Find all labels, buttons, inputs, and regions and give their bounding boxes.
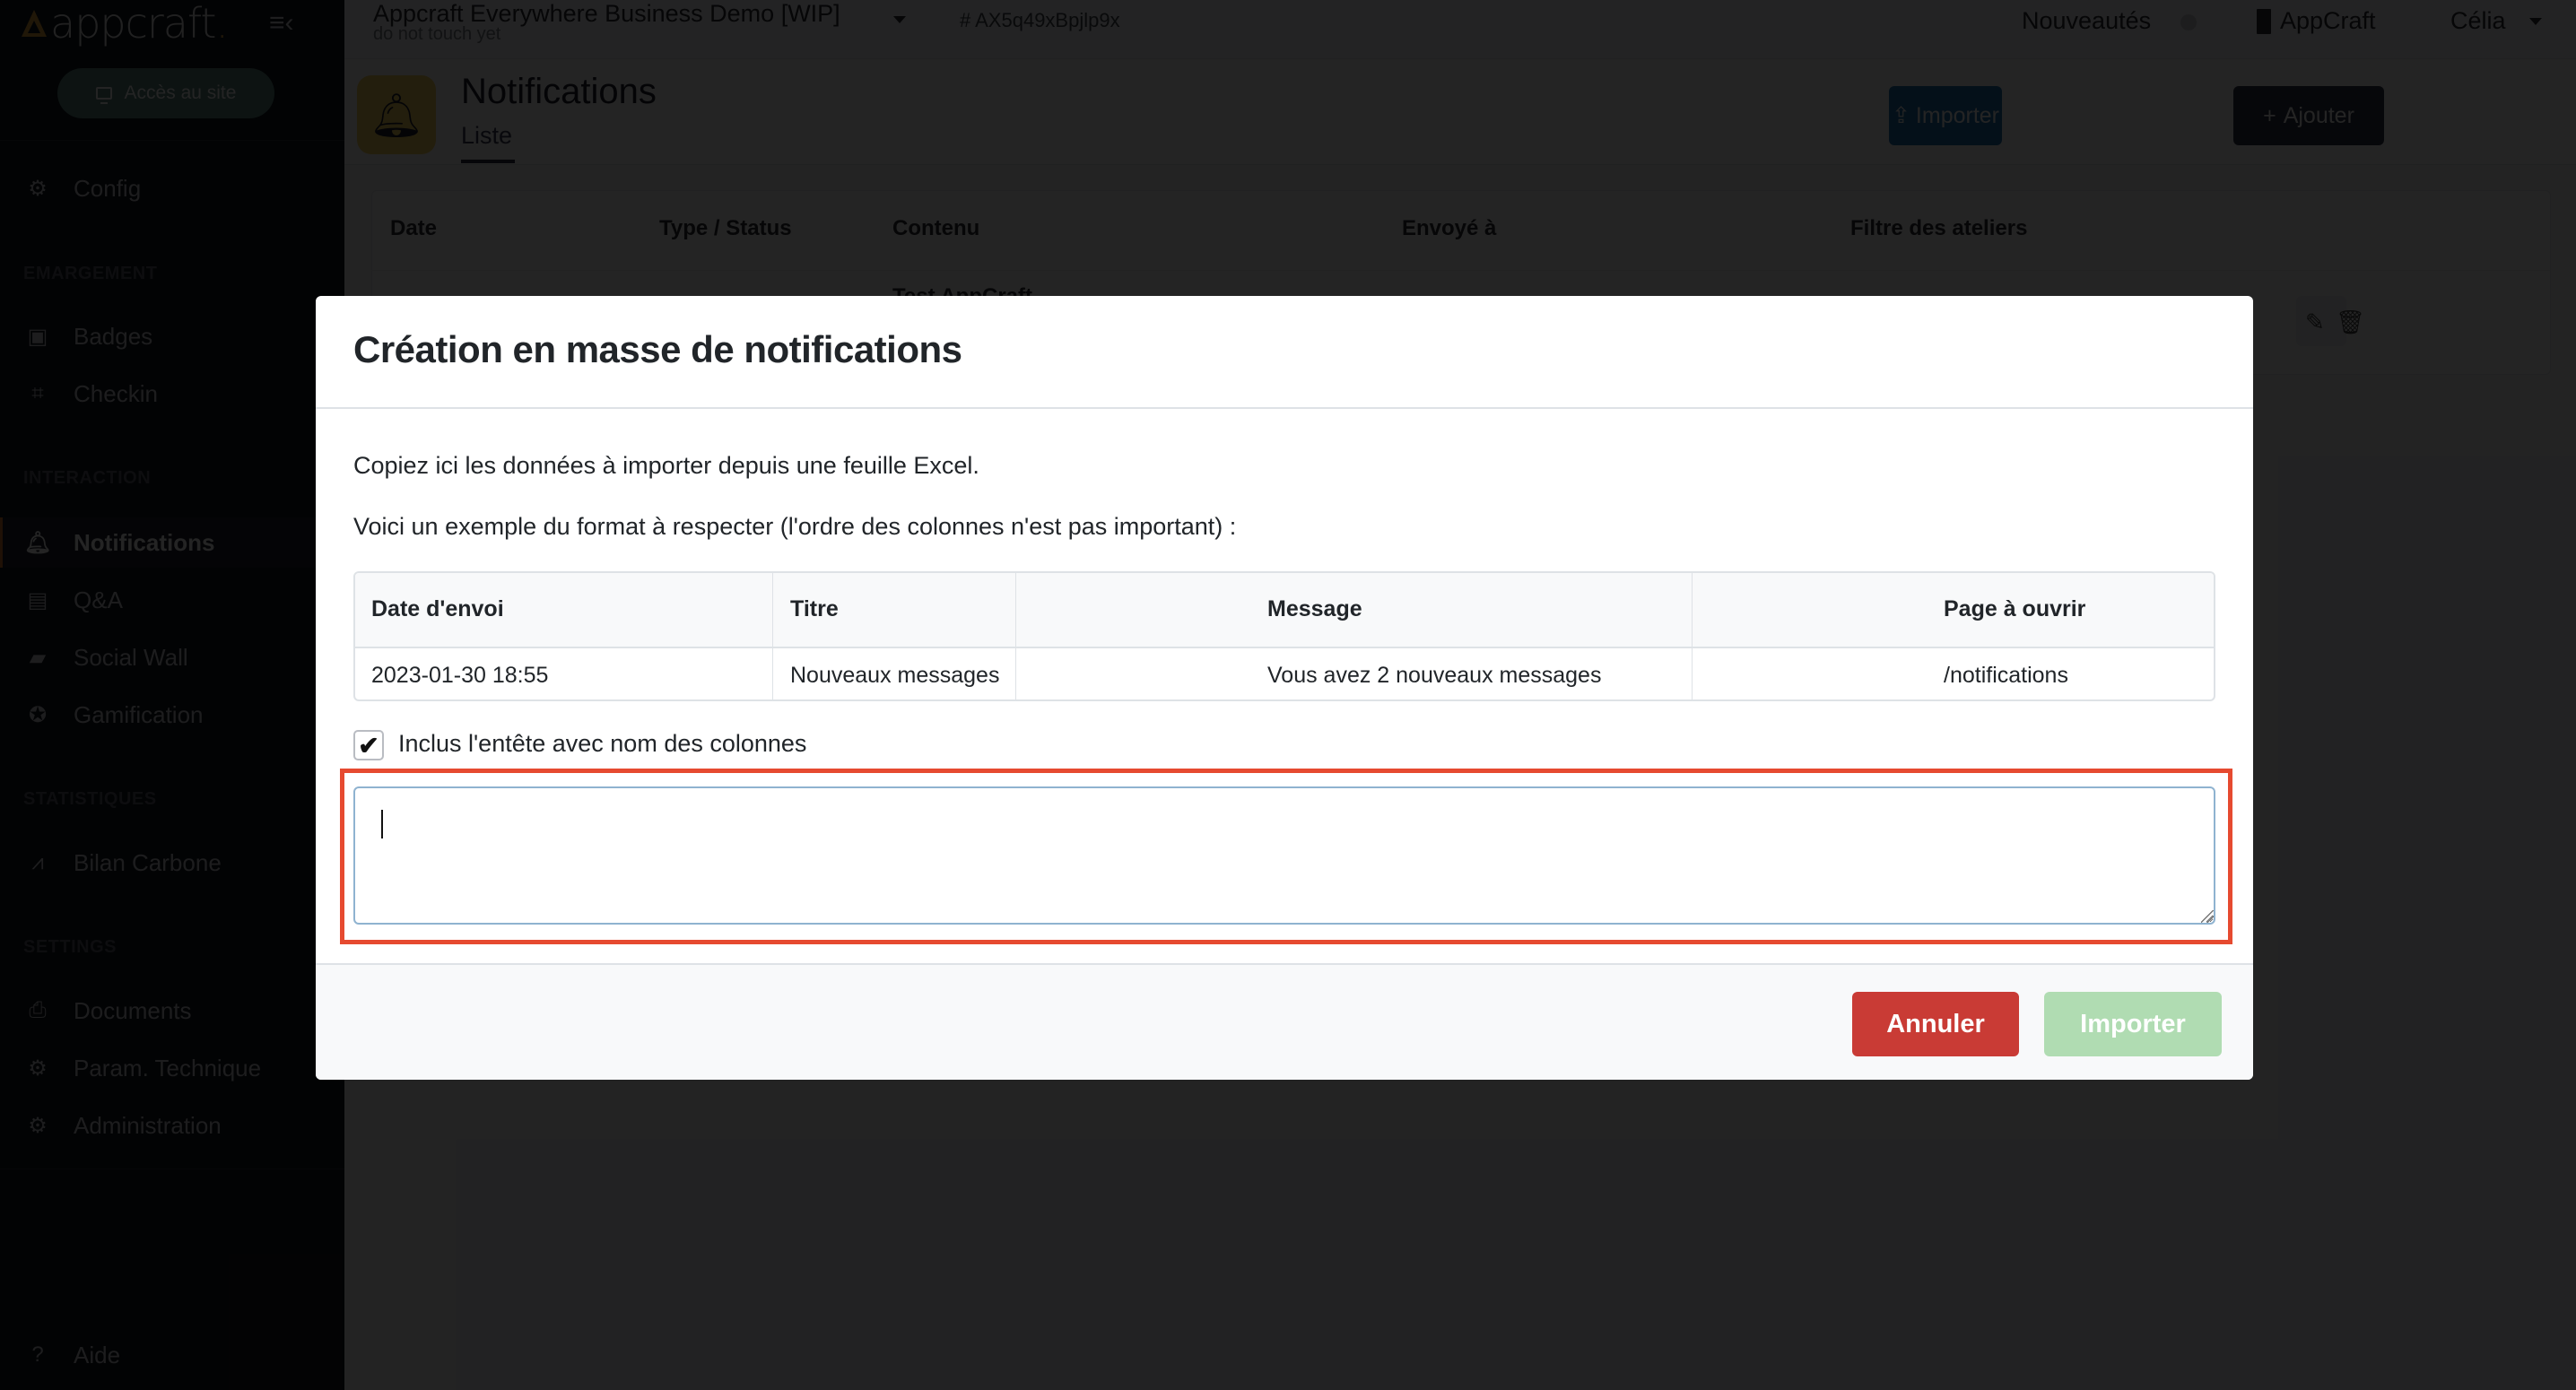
modal-footer: Annuler Importer [316, 963, 2253, 1080]
bulk-notification-modal: Création en masse de notifications Copie… [316, 296, 2253, 1080]
example-table: Date d'envoi Titre Message Page à ouvrir… [353, 571, 2215, 701]
modal-title: Création en masse de notifications [353, 328, 962, 370]
import-data-textarea[interactable] [353, 786, 2215, 925]
example-header-date: Date d'envoi [371, 596, 504, 621]
modal-header: Création en masse de notifications [316, 296, 2253, 409]
example-cell-message: Vous avez 2 nouveaux messages [1267, 663, 1602, 688]
example-cell-page: /notifications [1944, 663, 2068, 688]
checkmark-icon: ✔ [358, 731, 379, 760]
resize-handle-icon[interactable] [2201, 910, 2214, 923]
text-cursor [381, 810, 383, 838]
include-header-checkbox[interactable]: ✔ [353, 730, 384, 760]
include-header-label[interactable]: Inclus l'entête avec nom des colonnes [398, 730, 806, 758]
example-cell-date: 2023-01-30 18:55 [371, 663, 549, 688]
example-header-page: Page à ouvrir [1944, 596, 2086, 621]
example-header-message: Message [1267, 596, 1362, 621]
modal-intro-text: Copiez ici les données à importer depuis… [353, 452, 979, 479]
import-submit-button[interactable]: Importer [2044, 992, 2222, 1056]
modal-example-text: Voici un exemple du format à respecter (… [353, 513, 1237, 540]
cancel-button[interactable]: Annuler [1852, 992, 2019, 1056]
example-header-titre: Titre [790, 596, 839, 621]
example-cell-titre: Nouveaux messages [790, 663, 1000, 688]
